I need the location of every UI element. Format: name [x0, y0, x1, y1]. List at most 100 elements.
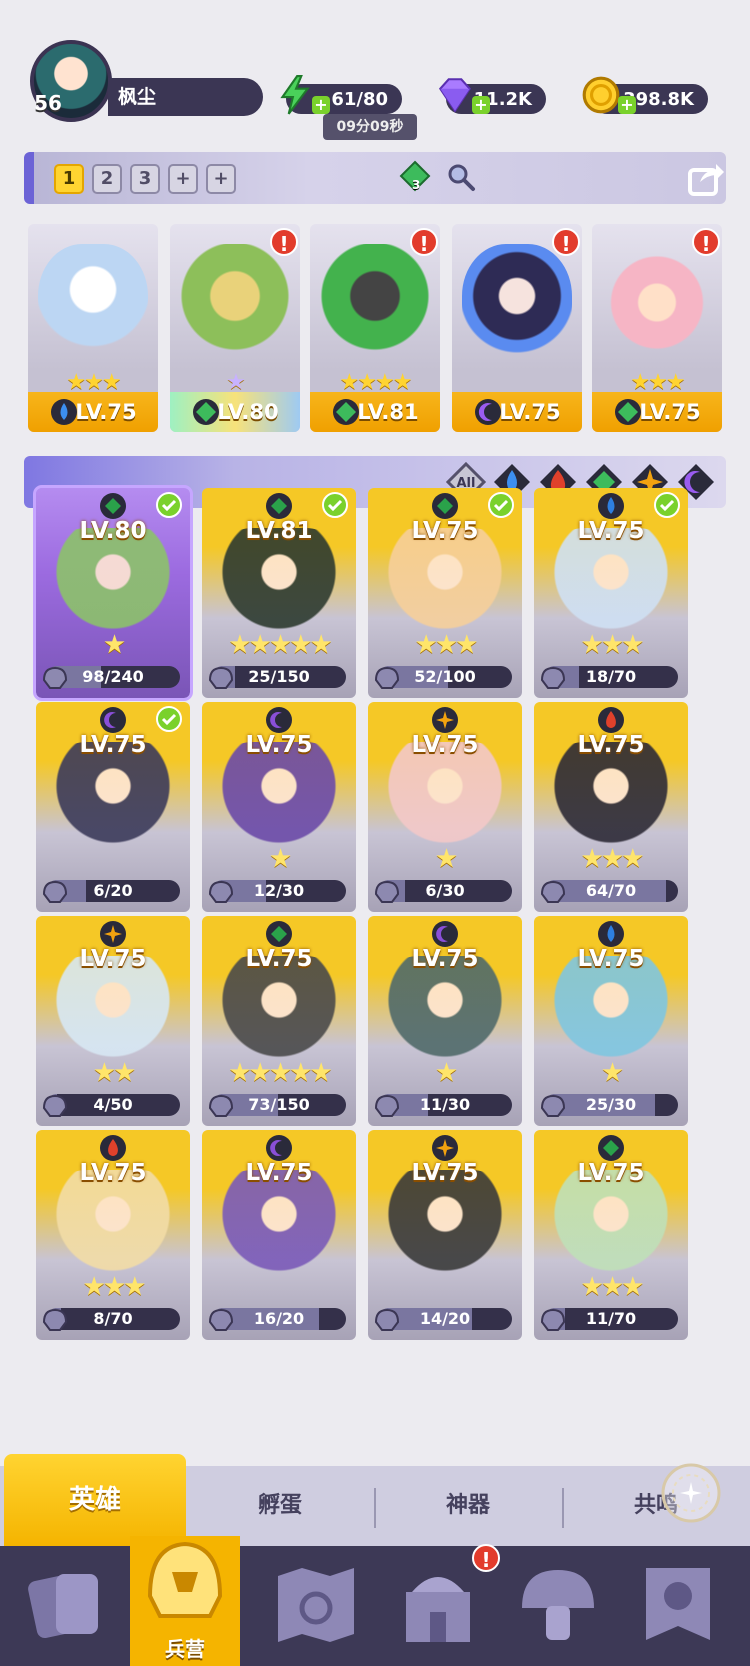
fire-element-icon [598, 707, 624, 733]
check-icon [488, 492, 514, 518]
hero-stars: ★★★ [414, 630, 479, 660]
cards-nav-icon[interactable] [18, 1556, 114, 1652]
castle-nav-icon[interactable] [390, 1556, 486, 1652]
mushroom-nav-icon[interactable] [510, 1556, 606, 1652]
light-element-icon [432, 707, 458, 733]
team-hero-card[interactable]: ! ★★★★ LV.81 [310, 224, 440, 432]
player-name[interactable]: 枫尘 [108, 78, 263, 116]
team-tab-add-2[interactable]: + [206, 164, 236, 194]
hero-card[interactable]: LV.81 ★★★★★ 25/150 [202, 488, 356, 698]
hero-shard-icon [374, 1308, 400, 1331]
hero-level: LV.81 [245, 518, 313, 544]
team-tab-3[interactable]: 3 [130, 164, 160, 194]
hero-card[interactable]: LV.75 ★★ 4/50 [36, 916, 190, 1126]
hero-shard-icon [42, 880, 68, 903]
energy-resource[interactable]: + 61/80 [280, 75, 402, 115]
wind-element-icon [615, 399, 641, 425]
check-icon [156, 492, 182, 518]
share-icon[interactable] [686, 158, 726, 198]
hero-stars: ★ [434, 844, 458, 874]
hero-portrait [214, 528, 344, 638]
gem-icon [438, 78, 472, 113]
team-gem-badge[interactable]: 3 [398, 160, 432, 194]
dark-element-icon [432, 921, 458, 947]
hero-card[interactable]: LV.80 ★ 98/240 [33, 485, 193, 701]
hero-shard-icon [540, 1094, 566, 1117]
hero-card[interactable]: LV.75 ★★★ 52/100 [368, 488, 522, 698]
hero-level: LV.75 [79, 946, 147, 972]
water-element-icon [598, 493, 624, 519]
barracks-label: 兵营 [165, 1637, 205, 1661]
hero-stars: ★★★ [82, 1272, 147, 1302]
hero-portrait [48, 956, 178, 1066]
barracks-nav-tab[interactable]: 兵营 [130, 1526, 240, 1666]
hero-card[interactable]: LV.75 ★ 6/30 [368, 702, 522, 912]
search-icon[interactable] [446, 162, 476, 192]
wind-element-icon [100, 493, 126, 519]
tab-artifacts[interactable]: 神器 [376, 1466, 560, 1546]
hero-portrait [380, 1170, 510, 1280]
team-hero-card[interactable]: ! LV.75 [452, 224, 582, 432]
hero-level: LV.75 [28, 392, 158, 432]
hero-shard-icon [208, 880, 234, 903]
hero-card[interactable]: LV.75 16/20 [202, 1130, 356, 1340]
hero-level: LV.75 [245, 1160, 313, 1186]
coin-resource[interactable]: + 398.8K [582, 76, 708, 114]
hero-shard-icon [374, 666, 400, 689]
wind-element-icon [193, 399, 219, 425]
check-icon [156, 706, 182, 732]
hero-portrait [214, 1170, 344, 1280]
hero-card[interactable]: LV.75 14/20 [368, 1130, 522, 1340]
section-tabs: 英雄 孵蛋 神器 共鸣 [0, 1454, 750, 1546]
hero-stars: ★ [102, 630, 126, 660]
map-nav-icon[interactable] [268, 1556, 364, 1652]
hero-portrait [214, 956, 344, 1066]
hero-card[interactable]: LV.75 ★ 11/30 [368, 916, 522, 1126]
hero-card[interactable]: LV.75 ★★★ 8/70 [36, 1130, 190, 1340]
hero-level: LV.75 [452, 392, 582, 432]
hero-level: LV.80 [79, 518, 147, 544]
guild-banner-nav-icon[interactable] [630, 1556, 726, 1652]
team-tab-add-1[interactable]: + [168, 164, 198, 194]
hero-portrait [546, 956, 676, 1066]
hero-shard-icon [540, 880, 566, 903]
wind-element-icon [266, 493, 292, 519]
hero-shard-icon [42, 666, 68, 689]
light-element-icon [100, 921, 126, 947]
hero-portrait [546, 742, 676, 852]
hero-shard-icon [208, 1308, 234, 1331]
coin-add-icon[interactable]: + [618, 96, 636, 114]
hero-level: LV.75 [411, 518, 479, 544]
team-hero-card[interactable]: ! ★ LV.80 [170, 224, 300, 432]
hero-stars: ★★★ [580, 630, 645, 660]
hero-card[interactable]: LV.75 ★★★ 64/70 [534, 702, 688, 912]
team-tab-2[interactable]: 2 [92, 164, 122, 194]
hero-card[interactable]: LV.75 ★★★ 11/70 [534, 1130, 688, 1340]
water-element-icon [51, 399, 77, 425]
hero-card[interactable]: LV.75 ★★★★★ 73/150 [202, 916, 356, 1126]
hero-level: LV.75 [245, 732, 313, 758]
coin-icon [582, 76, 620, 114]
hero-level: LV.75 [577, 518, 645, 544]
gem-add-icon[interactable]: + [472, 96, 490, 114]
team-tab-1[interactable]: 1 [54, 164, 84, 194]
check-icon [654, 492, 680, 518]
sparkle-icon[interactable] [660, 1462, 722, 1524]
wind-element-icon [266, 921, 292, 947]
hero-stars: ★ [600, 1058, 624, 1088]
team-hero-card[interactable]: ! ★★★ LV.75 [592, 224, 722, 432]
team-hero-card[interactable]: ★★★ LV.75 [28, 224, 158, 432]
hero-portrait [546, 1170, 676, 1280]
hero-shard-icon [540, 666, 566, 689]
castle-alert-icon: ! [472, 1544, 500, 1572]
energy-add-icon[interactable]: + [312, 96, 330, 114]
hero-stars: ★★ [92, 1058, 137, 1088]
hero-level: LV.81 [310, 392, 440, 432]
hero-card[interactable]: LV.75 ★ 12/30 [202, 702, 356, 912]
hero-card[interactable]: LV.75 ★★★ 18/70 [534, 488, 688, 698]
hero-card[interactable]: LV.75 6/20 [36, 702, 190, 912]
hero-stars: ★★★★★ [228, 630, 333, 660]
gem-resource[interactable]: + 11.2K [438, 78, 546, 114]
alert-icon: ! [410, 228, 438, 256]
hero-card[interactable]: LV.75 ★ 25/30 [534, 916, 688, 1126]
